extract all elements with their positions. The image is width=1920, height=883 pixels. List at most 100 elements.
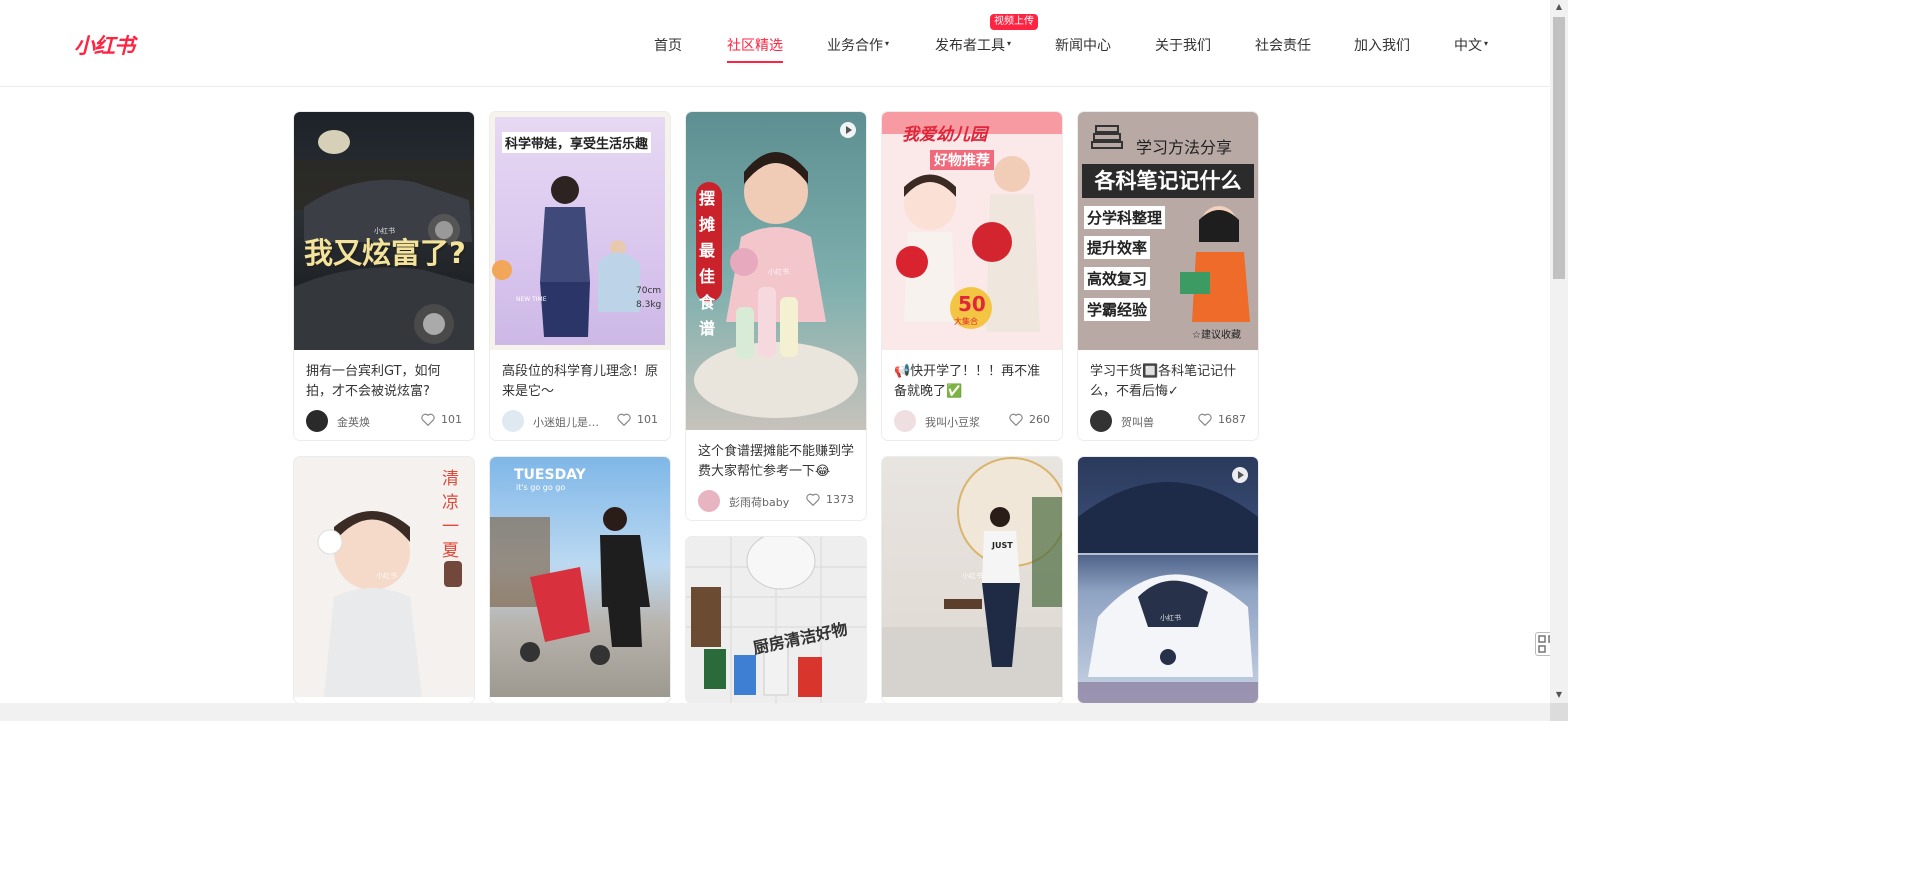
nav-publisher[interactable]: 发布者工具 ▾	[935, 35, 1011, 55]
heart-icon	[421, 413, 435, 427]
scrollbar-corner	[1550, 703, 1568, 721]
card-title[interactable]: 这个食谱摆摊能不能赚到学费大家帮忙参考一下😂	[698, 442, 854, 482]
cover-height: 70cm	[636, 286, 662, 296]
scroll-up-arrow-icon[interactable]: ▲	[1550, 2, 1568, 11]
card-title[interactable]: 高段位的科学育儿理念！原来是它～	[502, 362, 658, 402]
card-title[interactable]: 拥有一台宾利GT，如何拍，才不会被说炫富?	[306, 362, 462, 402]
like-count[interactable]: 260	[1009, 413, 1050, 427]
card-title[interactable]: 学习干货🔲各科笔记记什么，不看后悔✓	[1090, 362, 1246, 402]
page: 小红书 首页 社区精选 业务合作 ▾ 发布者工具 ▾ 新闻中心 关于我们 社会责任 …	[0, 0, 1568, 721]
nav-business[interactable]: 业务合作 ▾	[827, 35, 889, 55]
nav-publisher-label: 发布者工具	[935, 38, 1005, 54]
heart-icon	[1009, 413, 1023, 427]
nav-community[interactable]: 社区精选	[727, 35, 783, 63]
caret-down-icon: ▾	[1007, 39, 1012, 48]
stroller-illustration	[490, 507, 650, 665]
video-upload-badge: 视频上传	[990, 14, 1038, 30]
author-name[interactable]: 小迷姐儿是豆...	[533, 414, 603, 430]
card-cover-image[interactable]: 小红书	[1078, 457, 1258, 703]
cover-line-3: 高效复习	[1084, 267, 1151, 290]
note-card[interactable]: 厨房清洁好物	[686, 537, 866, 703]
watermark: 小红书	[962, 572, 983, 580]
note-card[interactable]: 科学带娃，享受生活乐趣 70cm 8.3kg NEW TIME 高段位的科学育儿…	[490, 112, 670, 440]
caret-down-icon: ▾	[1484, 39, 1489, 48]
cover-headline: 我又炫富了?	[304, 236, 466, 270]
vertical-scroll-thumb[interactable]	[1553, 17, 1565, 279]
like-number: 101	[637, 413, 658, 426]
avatar[interactable]	[306, 410, 328, 432]
cover-banner: 各科笔记记什么	[1082, 164, 1254, 198]
note-card[interactable]: 我爱幼儿园 好物推荐 50 大集合 📢快开学了！！！再不准备就晚了✅ 我叫小豆浆…	[882, 112, 1062, 440]
author-name[interactable]: 彭雨荷baby	[729, 494, 799, 510]
note-card[interactable]: 小红书	[1078, 457, 1258, 703]
scroll-down-arrow-icon[interactable]: ▼	[1550, 690, 1568, 699]
note-card[interactable]: 摆摊最佳食谱 小红书 这个食谱摆摊能不能赚到学费大家帮忙参考一下😂 彭雨荷bab…	[686, 112, 866, 520]
nav-social[interactable]: 社会责任	[1255, 35, 1311, 55]
watermark: 小红书	[374, 227, 395, 235]
card-cover-image[interactable]: JUST 小红书	[882, 457, 1062, 697]
promo-number: 50	[958, 292, 986, 316]
card-meta: 小迷姐儿是豆... 101	[502, 410, 658, 432]
card-cover-image[interactable]: 清凉一夏 小红书	[294, 457, 474, 697]
note-card[interactable]: JUST 小红书	[882, 457, 1062, 703]
cover-headline: 摆摊最佳食谱	[699, 189, 716, 338]
like-count[interactable]: 101	[421, 413, 462, 427]
promo-caption: 大集合	[954, 317, 978, 326]
avatar[interactable]	[698, 490, 720, 512]
card-cover-image[interactable]: 科学带娃，享受生活乐趣 70cm 8.3kg NEW TIME	[490, 112, 670, 350]
card-cover-image[interactable]: 我爱幼儿园 好物推荐 50 大集合	[882, 112, 1062, 350]
watermark: 小红书	[1160, 614, 1181, 622]
heart-icon	[1198, 413, 1212, 427]
top-header: 小红书 首页 社区精选 业务合作 ▾ 发布者工具 ▾ 新闻中心 关于我们 社会责任 …	[0, 0, 1550, 87]
card-cover-image[interactable]: 学习方法分享 各科笔记记什么 分学科整理 提升效率 高效复习 学霸经验 ☆建议收…	[1078, 112, 1258, 350]
card-title[interactable]: 📢快开学了！！！再不准备就晚了✅	[894, 362, 1050, 402]
cover-line-4: 学霸经验	[1084, 298, 1151, 321]
avatar[interactable]	[894, 410, 916, 432]
author-name[interactable]: 贺叫兽	[1121, 414, 1191, 430]
cover-headline: 清凉一夏	[442, 469, 459, 561]
cover-line-2: 提升效率	[1084, 236, 1151, 259]
avatar[interactable]	[502, 410, 524, 432]
like-number: 1373	[826, 493, 854, 506]
watermark: 小红书	[768, 268, 789, 276]
video-play-icon	[840, 122, 856, 138]
card-cover-image[interactable]: 我又炫富了? 小红书	[294, 112, 474, 350]
card-meta: 金英焕 101	[306, 410, 462, 432]
nav-language[interactable]: 中文 ▾	[1454, 35, 1488, 55]
student-illustration	[1180, 206, 1250, 322]
card-cover-image[interactable]: 摆摊最佳食谱 小红书	[686, 112, 866, 430]
horizontal-scrollbar[interactable]	[0, 703, 1550, 721]
like-number: 1687	[1218, 413, 1246, 426]
note-card[interactable]: TUESDAY it's go go go	[490, 457, 670, 703]
card-meta: 我叫小豆浆 260	[894, 410, 1050, 432]
avatar[interactable]	[1090, 410, 1112, 432]
card-cover-image[interactable]: TUESDAY it's go go go	[490, 457, 670, 697]
nav-news[interactable]: 新闻中心	[1055, 35, 1111, 55]
nav-join[interactable]: 加入我们	[1354, 35, 1410, 55]
brand-logo[interactable]: 小红书	[74, 30, 135, 60]
vertical-scrollbar[interactable]: ▲ ▼	[1550, 0, 1568, 703]
cover-line-1: 分学科整理	[1084, 206, 1166, 229]
like-count[interactable]: 1373	[806, 493, 854, 507]
caret-down-icon: ▾	[885, 39, 890, 48]
nav-about[interactable]: 关于我们	[1155, 35, 1211, 55]
cover-headline: 学习方法分享	[1136, 138, 1233, 157]
card-cover-image[interactable]: 厨房清洁好物	[686, 537, 866, 703]
author-name[interactable]: 我叫小豆浆	[925, 414, 995, 430]
card-meta: 彭雨荷baby 1373	[698, 490, 854, 512]
note-card[interactable]: 清凉一夏 小红书	[294, 457, 474, 703]
card-meta: 贺叫兽 1687	[1090, 410, 1246, 432]
like-count[interactable]: 101	[617, 413, 658, 427]
like-number: 101	[441, 413, 462, 426]
author-name[interactable]: 金英焕	[337, 414, 407, 430]
nav-home[interactable]: 首页	[654, 35, 682, 55]
parent-baby-illustration	[492, 176, 640, 337]
cover-footnote: ☆建议收藏	[1192, 330, 1241, 341]
heart-icon	[806, 493, 820, 507]
note-card[interactable]: 我又炫富了? 小红书 拥有一台宾利GT，如何拍，才不会被说炫富? 金英焕 101	[294, 112, 474, 440]
like-count[interactable]: 1687	[1198, 413, 1246, 427]
note-card[interactable]: 学习方法分享 各科笔记记什么 分学科整理 提升效率 高效复习 学霸经验 ☆建议收…	[1078, 112, 1258, 440]
nav-language-label: 中文	[1454, 38, 1482, 54]
like-number: 260	[1029, 413, 1050, 426]
shirt-print: JUST	[992, 541, 1013, 550]
